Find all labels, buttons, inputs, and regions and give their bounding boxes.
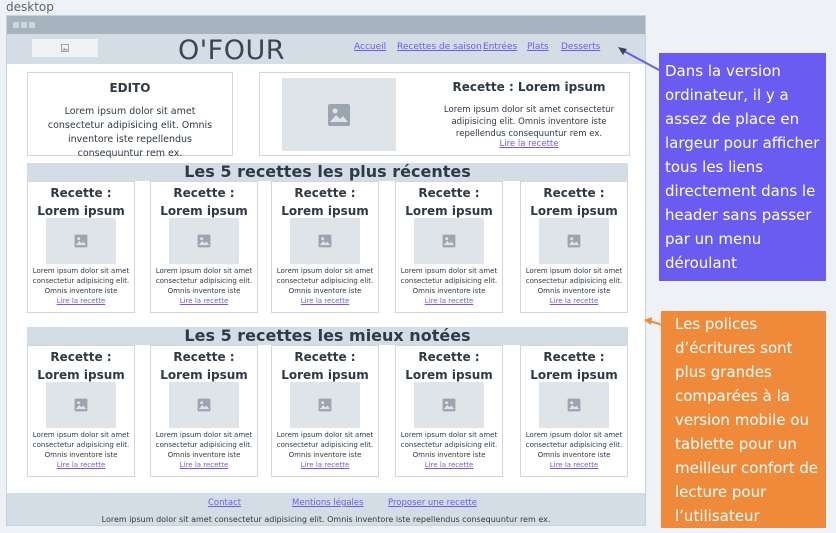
- edito-text: Lorem ipsum dolor sit amet consectetur a…: [47, 106, 213, 159]
- recipe-card-link[interactable]: Lire la recette: [272, 297, 378, 305]
- recipe-card[interactable]: Recette : Lorem ipsum Lorem ipsum dolor s…: [27, 181, 135, 313]
- featured-recipe-text: Lorem ipsum dolor sit amet consectetur a…: [443, 105, 615, 139]
- image-placeholder-icon: [328, 103, 350, 126]
- recipe-card-title: Recette : Lorem ipsum: [160, 186, 248, 218]
- recipe-card-text: Lorem ipsum dolor sit amet consectetur a…: [525, 431, 623, 459]
- recipe-card-title: Recette : Lorem ipsum: [405, 186, 493, 218]
- footer-text: Lorem ipsum dolor sit amet consectetur a…: [101, 515, 551, 524]
- annotation-note-header-links: Dans la version ordinateur, il y a assez…: [659, 53, 826, 281]
- recipe-card-link[interactable]: Lire la recette: [28, 297, 134, 305]
- recipe-card-text: Lorem ipsum dolor sit amet consectetur a…: [276, 431, 374, 459]
- image-placeholder-icon: [442, 398, 456, 412]
- recipe-card-link[interactable]: Lire la recette: [396, 297, 502, 305]
- recipe-card-text: Lorem ipsum dolor sit amet consectetur a…: [155, 431, 253, 459]
- image-placeholder-icon: [567, 398, 581, 412]
- recipe-card-image: [169, 218, 239, 264]
- recipe-card[interactable]: Recette : Lorem ipsum Lorem ipsum dolor s…: [27, 345, 135, 477]
- image-placeholder-icon: [442, 234, 456, 248]
- edito-title: EDITO: [109, 81, 151, 95]
- arrow-icon: [644, 317, 664, 326]
- brand-title: O'FOUR: [178, 35, 285, 66]
- recipe-card[interactable]: Recette : Lorem ipsum Lorem ipsum dolor s…: [271, 181, 379, 313]
- recipe-card-text: Lorem ipsum dolor sit amet consectetur a…: [400, 431, 498, 459]
- site-footer: Contact Mentions légales Proposer une re…: [7, 493, 645, 525]
- recipe-card-link[interactable]: Lire la recette: [396, 461, 502, 469]
- recipe-card[interactable]: Recette : Lorem ipsum Lorem ipsum dolor s…: [150, 345, 258, 477]
- recipe-card-title: Recette : Lorem ipsum: [530, 350, 618, 382]
- featured-recipe-box: Recette : Lorem ipsum Lorem ipsum dolor …: [259, 72, 630, 156]
- recipe-card[interactable]: Recette : Lorem ipsum Lorem ipsum dolor s…: [395, 345, 503, 477]
- image-placeholder-icon: [318, 398, 332, 412]
- image-placeholder-icon: [61, 44, 69, 52]
- recipe-card-title: Recette : Lorem ipsum: [160, 350, 248, 382]
- recipe-card-title: Recette : Lorem ipsum: [37, 350, 125, 382]
- featured-recipe-title: Recette : Lorem ipsum: [452, 80, 606, 94]
- recipe-card-link[interactable]: Lire la recette: [151, 297, 257, 305]
- footer-link-proposer-recette[interactable]: Proposer une recette: [388, 498, 477, 508]
- recipe-card-text: Lorem ipsum dolor sit amet consectetur a…: [276, 267, 374, 295]
- recipe-card-image: [46, 218, 116, 264]
- recipe-card-image: [539, 218, 609, 264]
- nav-link-recettes-de-saison[interactable]: Recettes de saison: [397, 42, 482, 52]
- recipe-card-text: Lorem ipsum dolor sit amet consectetur a…: [525, 267, 623, 295]
- recipe-card[interactable]: Recette : Lorem ipsum Lorem ipsum dolor s…: [520, 181, 628, 313]
- image-placeholder-icon: [74, 398, 88, 412]
- recipe-card-title: Recette : Lorem ipsum: [530, 186, 618, 218]
- recipe-card-link[interactable]: Lire la recette: [151, 461, 257, 469]
- recipe-card-image: [290, 382, 360, 428]
- nav-link-desserts[interactable]: Desserts: [561, 42, 600, 52]
- image-placeholder-icon: [318, 234, 332, 248]
- featured-recipe-link[interactable]: Lire la recette: [438, 139, 620, 149]
- logo-placeholder[interactable]: [32, 39, 98, 57]
- window-titlebar: [7, 16, 645, 34]
- recipe-card-image: [414, 382, 484, 428]
- recipe-card-image: [46, 382, 116, 428]
- recipe-card[interactable]: Recette : Lorem ipsum Lorem ipsum dolor s…: [271, 345, 379, 477]
- footer-link-contact[interactable]: Contact: [208, 498, 241, 508]
- recipe-card-text: Lorem ipsum dolor sit amet consectetur a…: [155, 267, 253, 295]
- recipe-card-text: Lorem ipsum dolor sit amet consectetur a…: [32, 267, 130, 295]
- window-dot-icon: [13, 22, 19, 28]
- image-placeholder-icon: [197, 398, 211, 412]
- recipe-card-link[interactable]: Lire la recette: [272, 461, 378, 469]
- edito-box: EDITO Lorem ipsum dolor sit amet consect…: [27, 72, 233, 159]
- window-dot-icon: [21, 22, 27, 28]
- recipe-card-image: [414, 218, 484, 264]
- annotation-note-font-size: Les polices d’écritures sont plus grande…: [661, 311, 826, 528]
- window-dot-icon: [29, 22, 35, 28]
- recipe-card-image: [290, 218, 360, 264]
- image-placeholder-icon: [567, 234, 581, 248]
- recipe-card[interactable]: Recette : Lorem ipsum Lorem ipsum dolor s…: [150, 181, 258, 313]
- recipe-card-title: Recette : Lorem ipsum: [37, 186, 125, 218]
- recipe-card-title: Recette : Lorem ipsum: [281, 186, 369, 218]
- recipe-card-title: Recette : Lorem ipsum: [405, 350, 493, 382]
- arrow-icon: [618, 47, 660, 71]
- recipe-card-image: [169, 382, 239, 428]
- recipe-card-text: Lorem ipsum dolor sit amet consectetur a…: [32, 431, 130, 459]
- recipe-card[interactable]: Recette : Lorem ipsum Lorem ipsum dolor s…: [395, 181, 503, 313]
- image-placeholder-icon: [197, 234, 211, 248]
- nav-link-entrees[interactable]: Entrées: [483, 42, 517, 52]
- recipe-card-link[interactable]: Lire la recette: [521, 461, 627, 469]
- recipe-card-title: Recette : Lorem ipsum: [281, 350, 369, 382]
- site-header: O'FOUR Accueil Recettes de saison Entrée…: [7, 34, 645, 66]
- recent-recipes-heading: Les 5 recettes les plus récentes: [27, 163, 628, 181]
- footer-link-mentions-legales[interactable]: Mentions légales: [292, 498, 364, 508]
- nav-link-accueil[interactable]: Accueil: [354, 42, 386, 52]
- recipe-card-image: [539, 382, 609, 428]
- recipe-card-text: Lorem ipsum dolor sit amet consectetur a…: [400, 267, 498, 295]
- nav-link-plats[interactable]: Plats: [527, 42, 549, 52]
- featured-recipe-image: [282, 78, 396, 151]
- desktop-window: O'FOUR Accueil Recettes de saison Entrée…: [6, 15, 646, 526]
- frame-label: desktop: [6, 0, 54, 14]
- top-rated-recipes-heading: Les 5 recettes les mieux notées: [27, 327, 628, 345]
- recipe-card[interactable]: Recette : Lorem ipsum Lorem ipsum dolor s…: [520, 345, 628, 477]
- recipe-card-link[interactable]: Lire la recette: [28, 461, 134, 469]
- recipe-card-link[interactable]: Lire la recette: [521, 297, 627, 305]
- image-placeholder-icon: [74, 234, 88, 248]
